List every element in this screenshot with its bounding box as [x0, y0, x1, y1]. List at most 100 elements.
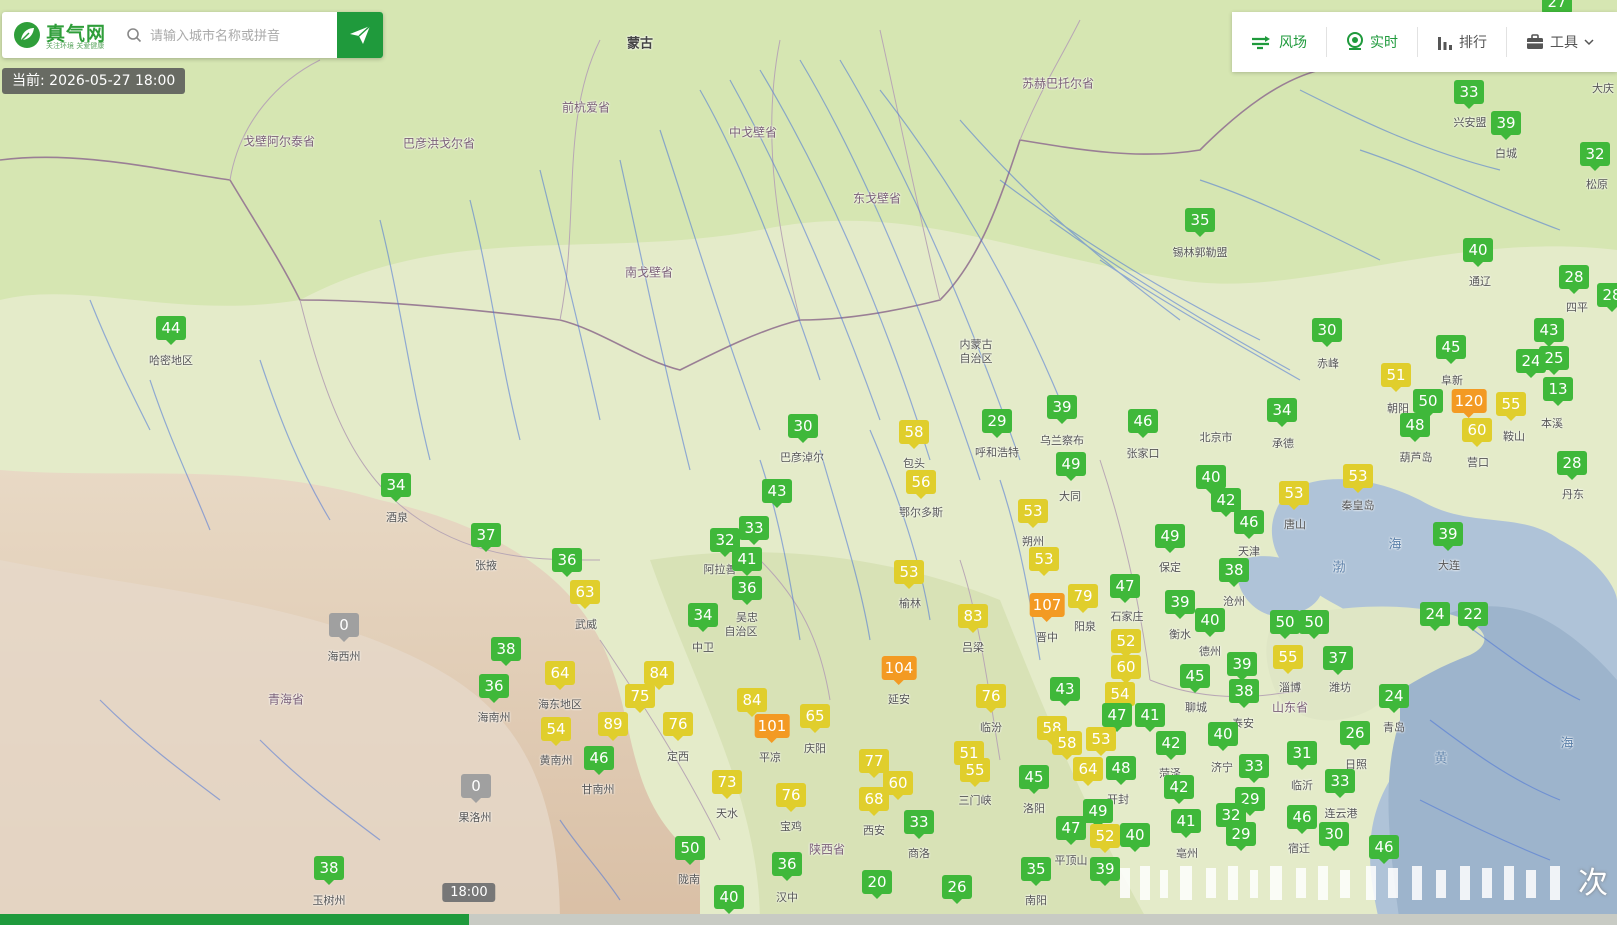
aqi-marker[interactable]: 68: [859, 787, 889, 816]
aqi-marker[interactable]: 47: [1110, 574, 1140, 603]
aqi-marker[interactable]: 36: [772, 852, 802, 881]
aqi-marker[interactable]: 55: [1273, 645, 1303, 674]
aqi-marker[interactable]: 36: [479, 674, 509, 703]
aqi-marker[interactable]: 52: [1111, 629, 1141, 658]
aqi-marker[interactable]: 49: [1155, 524, 1185, 553]
aqi-marker[interactable]: 36: [552, 548, 582, 577]
aqi-marker[interactable]: 34: [381, 473, 411, 502]
aqi-marker[interactable]: 36: [732, 576, 762, 605]
aqi-marker[interactable]: 39: [1047, 395, 1077, 424]
aqi-marker[interactable]: 40: [1208, 722, 1238, 751]
aqi-marker[interactable]: 76: [776, 783, 806, 812]
aqi-marker[interactable]: 39: [1227, 652, 1257, 681]
aqi-marker[interactable]: 83: [958, 604, 988, 633]
site-logo[interactable]: 真气网 关注环境 关爱健康: [10, 18, 122, 52]
aqi-marker[interactable]: 39: [1433, 522, 1463, 551]
aqi-marker[interactable]: 38: [1229, 679, 1259, 708]
aqi-marker[interactable]: 79: [1068, 584, 1098, 613]
aqi-marker[interactable]: 30: [1319, 822, 1349, 851]
aqi-marker[interactable]: 53: [1343, 464, 1373, 493]
aqi-marker[interactable]: 104: [881, 656, 917, 685]
aqi-marker[interactable]: 65: [800, 704, 830, 733]
aqi-marker[interactable]: 77: [859, 749, 889, 778]
aqi-marker[interactable]: 28: [1597, 283, 1617, 312]
aqi-marker[interactable]: 64: [545, 661, 575, 690]
aqi-marker[interactable]: 60: [1462, 418, 1492, 447]
aqi-marker[interactable]: 43: [1050, 677, 1080, 706]
aqi-marker[interactable]: 38: [314, 856, 344, 885]
aqi-marker[interactable]: 20: [862, 870, 892, 899]
aqi-marker[interactable]: 46: [1287, 805, 1317, 834]
aqi-marker[interactable]: 40: [1120, 823, 1150, 852]
aqi-marker[interactable]: 43: [1534, 318, 1564, 347]
timeline-track[interactable]: [0, 914, 1617, 925]
aqi-marker[interactable]: 41: [732, 547, 762, 576]
aqi-marker[interactable]: 33: [1239, 754, 1269, 783]
aqi-marker[interactable]: 41: [1171, 809, 1201, 838]
aqi-marker[interactable]: 58: [1052, 731, 1082, 760]
aqi-marker[interactable]: 55: [960, 758, 990, 787]
aqi-marker[interactable]: 53: [1086, 727, 1116, 756]
aqi-marker[interactable]: 64: [1073, 757, 1103, 786]
aqi-marker[interactable]: 45: [1436, 335, 1466, 364]
aqi-marker[interactable]: 40: [1195, 608, 1225, 637]
aqi-marker[interactable]: 51: [1381, 363, 1411, 392]
aqi-marker[interactable]: 22: [1458, 602, 1488, 631]
aqi-marker[interactable]: 24: [1420, 602, 1450, 631]
aqi-marker[interactable]: 0: [461, 774, 491, 803]
aqi-marker[interactable]: 32: [1580, 142, 1610, 171]
aqi-marker[interactable]: 42: [1164, 775, 1194, 804]
aqi-marker[interactable]: 50: [1299, 610, 1329, 639]
aqi-marker[interactable]: 60: [1111, 655, 1141, 684]
search-submit-button[interactable]: [337, 12, 383, 58]
aqi-marker[interactable]: 29: [982, 409, 1012, 438]
aqi-marker[interactable]: 40: [1196, 465, 1226, 494]
aqi-marker[interactable]: 34: [1267, 398, 1297, 427]
aqi-marker[interactable]: 50: [1413, 389, 1443, 418]
aqi-marker[interactable]: 40: [1463, 238, 1493, 267]
aqi-marker[interactable]: 76: [663, 712, 693, 741]
aqi-marker[interactable]: 52: [1090, 824, 1120, 853]
aqi-marker[interactable]: 49: [1056, 452, 1086, 481]
aqi-marker[interactable]: 39: [1165, 590, 1195, 619]
aqi-marker[interactable]: 42: [1211, 488, 1241, 517]
tab-realtime[interactable]: 实时: [1327, 27, 1418, 57]
aqi-marker[interactable]: 49: [1083, 799, 1113, 828]
aqi-marker[interactable]: 48: [1106, 756, 1136, 785]
tab-tools[interactable]: 工具: [1507, 27, 1617, 57]
aqi-marker[interactable]: 58: [899, 420, 929, 449]
aqi-marker[interactable]: 13: [1543, 377, 1573, 406]
aqi-marker[interactable]: 26: [942, 875, 972, 904]
aqi-marker[interactable]: 89: [598, 712, 628, 741]
aqi-marker[interactable]: 38: [1219, 558, 1249, 587]
aqi-marker[interactable]: 46: [1234, 510, 1264, 539]
aqi-marker[interactable]: 29: [1226, 822, 1256, 851]
aqi-marker[interactable]: 31: [1287, 741, 1317, 770]
aqi-marker[interactable]: 35: [1021, 857, 1051, 886]
aqi-marker[interactable]: 54: [541, 717, 571, 746]
aqi-marker[interactable]: 84: [644, 661, 674, 690]
aqi-marker[interactable]: 26: [1340, 721, 1370, 750]
tab-wind-field[interactable]: 风场: [1232, 27, 1327, 57]
aqi-marker[interactable]: 37: [1323, 646, 1353, 675]
aqi-marker[interactable]: 45: [1019, 765, 1049, 794]
aqi-marker[interactable]: 101: [754, 714, 790, 743]
aqi-marker[interactable]: 76: [976, 684, 1006, 713]
aqi-marker[interactable]: 37: [471, 523, 501, 552]
aqi-marker[interactable]: 39: [1491, 111, 1521, 140]
aqi-marker[interactable]: 50: [675, 836, 705, 865]
aqi-marker[interactable]: 28: [1557, 451, 1587, 480]
aqi-marker[interactable]: 38: [491, 637, 521, 666]
aqi-marker[interactable]: 33: [1454, 80, 1484, 109]
aqi-marker[interactable]: 46: [584, 746, 614, 775]
aqi-marker[interactable]: 53: [894, 560, 924, 589]
aqi-marker[interactable]: 40: [714, 885, 744, 914]
aqi-marker[interactable]: 47: [1102, 703, 1132, 732]
tab-ranking[interactable]: 排行: [1418, 27, 1507, 57]
aqi-marker[interactable]: 42: [1156, 731, 1186, 760]
aqi-marker[interactable]: 75: [625, 684, 655, 713]
aqi-marker[interactable]: 44: [156, 316, 186, 345]
aqi-marker[interactable]: 35: [1185, 208, 1215, 237]
aqi-marker[interactable]: 46: [1128, 409, 1158, 438]
aqi-marker[interactable]: 33: [739, 516, 769, 545]
